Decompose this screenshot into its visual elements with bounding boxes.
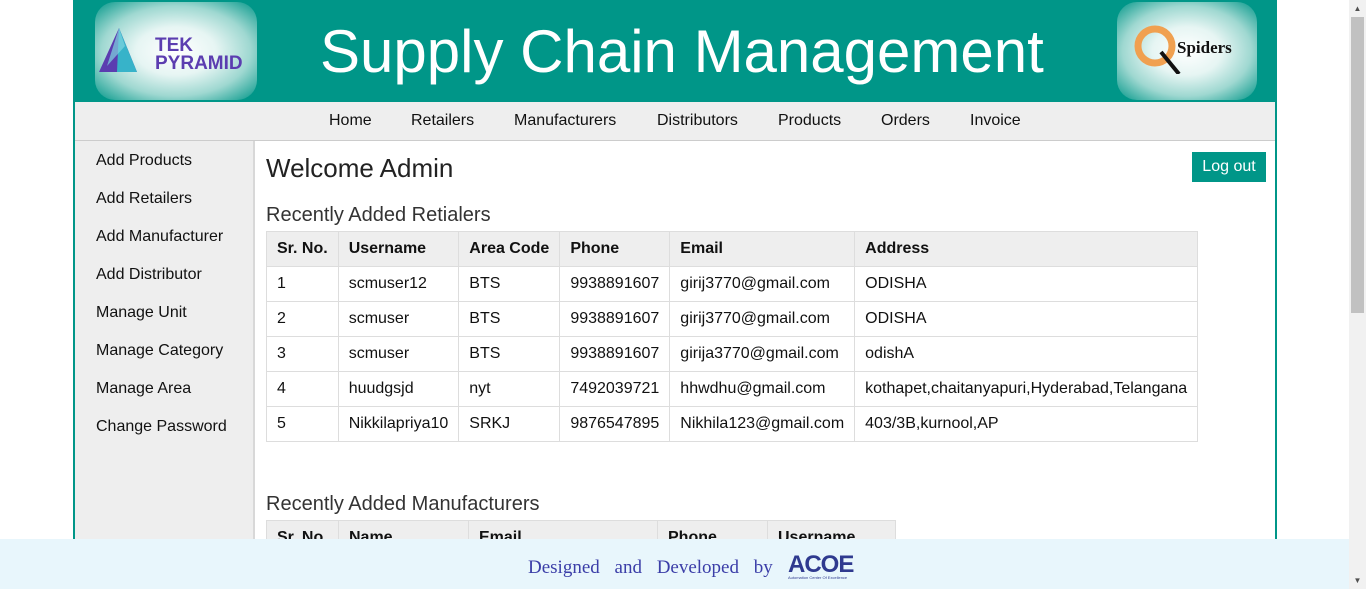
- table-cell: 3: [266, 336, 339, 372]
- table-cell: BTS: [458, 266, 561, 302]
- table-cell: hhwdhu@gmail.com: [669, 371, 856, 407]
- table-cell: scmuser12: [337, 266, 460, 302]
- table-header-row: Sr. No. Username Area Code Phone Email A…: [266, 231, 1199, 267]
- page: TEK PYRAMID Supply Chain Management Spid…: [0, 0, 1366, 589]
- table-cell: 9938891607: [559, 266, 671, 302]
- table-cell: 5: [266, 406, 339, 442]
- sidebar-item-manage-area[interactable]: Manage Area: [96, 380, 191, 398]
- table-cell: 7492039721: [559, 371, 671, 407]
- table-cell: 1: [266, 266, 339, 302]
- qspiders-logo: Spiders: [1117, 2, 1257, 100]
- sidebar-item-add-retailers[interactable]: Add Retailers: [96, 190, 192, 208]
- table-cell: ODISHA: [854, 301, 1199, 337]
- nav-home[interactable]: Home: [329, 112, 372, 130]
- table-cell: 4: [266, 371, 339, 407]
- vertical-scrollbar[interactable]: ▲ ▼: [1349, 0, 1366, 589]
- acoe-logo-subtitle: Automation Center Of Excellence: [788, 575, 848, 580]
- table-cell: scmuser: [337, 301, 460, 337]
- tek-pyramid-logo: TEK PYRAMID: [95, 2, 257, 100]
- pyramid-icon: [99, 28, 137, 72]
- table-cell: girij3770@gmail.com: [669, 301, 856, 337]
- sidebar-item-manage-unit[interactable]: Manage Unit: [96, 304, 187, 322]
- nav-retailers[interactable]: Retailers: [411, 112, 474, 130]
- table-cell: girij3770@gmail.com: [669, 266, 856, 302]
- table-row: 4 huudgsjd nyt 7492039721 hhwdhu@gmail.c…: [266, 371, 1199, 407]
- logout-button[interactable]: Log out: [1192, 152, 1266, 182]
- footer: Designed and Developed by ACOE Automatio…: [0, 539, 1349, 589]
- table-cell: 2: [266, 301, 339, 337]
- header-banner: TEK PYRAMID Supply Chain Management Spid…: [75, 0, 1275, 102]
- logo-line2: PYRAMID: [155, 53, 243, 74]
- table-row: 5 Nikkilapriya10 SRKJ 9876547895 Nikhila…: [266, 406, 1199, 442]
- column-header: Address: [854, 231, 1199, 267]
- nav-distributors[interactable]: Distributors: [657, 112, 738, 130]
- nav-invoice[interactable]: Invoice: [970, 112, 1021, 130]
- column-header: Email: [669, 231, 856, 267]
- column-header: Username: [337, 231, 460, 267]
- page-title: Supply Chain Management: [320, 18, 1044, 85]
- top-nav: Home Retailers Manufacturers Distributor…: [75, 102, 1275, 141]
- scroll-up-arrow-icon[interactable]: ▲: [1349, 0, 1366, 17]
- nav-orders[interactable]: Orders: [881, 112, 930, 130]
- retailers-section-title: Recently Added Retialers: [266, 204, 491, 226]
- main-content: Welcome Admin Log out Recently Added Ret…: [255, 141, 1275, 589]
- table-cell: ODISHA: [854, 266, 1199, 302]
- table-row: 2 scmuser BTS 9938891607 girij3770@gmail…: [266, 301, 1199, 337]
- retailers-table: Sr. No. Username Area Code Phone Email A…: [266, 231, 1199, 442]
- table-cell: girija3770@gmail.com: [669, 336, 856, 372]
- scroll-down-arrow-icon[interactable]: ▼: [1349, 572, 1366, 589]
- manufacturers-section-title: Recently Added Manufacturers: [266, 493, 540, 515]
- table-cell: 403/3B,kurnool,AP: [854, 406, 1199, 442]
- sidebar-item-add-manufacturer[interactable]: Add Manufacturer: [96, 228, 223, 246]
- welcome-heading: Welcome Admin: [266, 153, 454, 183]
- table-cell: scmuser: [337, 336, 460, 372]
- column-header: Sr. No.: [266, 231, 339, 267]
- footer-text: Designed and Developed by: [528, 557, 773, 578]
- table-cell: BTS: [458, 301, 561, 337]
- table-cell: 9938891607: [559, 301, 671, 337]
- table-cell: BTS: [458, 336, 561, 372]
- table-cell: Nikhila123@gmail.com: [669, 406, 856, 442]
- app-container: TEK PYRAMID Supply Chain Management Spid…: [73, 0, 1277, 589]
- table-cell: SRKJ: [458, 406, 561, 442]
- table-cell: nyt: [458, 371, 561, 407]
- table-cell: 9876547895: [559, 406, 671, 442]
- sidebar-item-manage-category[interactable]: Manage Category: [96, 342, 223, 360]
- table-cell: kothapet,chaitanyapuri,Hyderabad,Telanga…: [854, 371, 1199, 407]
- table-cell: odishA: [854, 336, 1199, 372]
- table-cell: 9938891607: [559, 336, 671, 372]
- sidebar-item-add-products[interactable]: Add Products: [96, 152, 192, 170]
- sidebar-item-add-distributor[interactable]: Add Distributor: [96, 266, 202, 284]
- sidebar-item-change-password[interactable]: Change Password: [96, 418, 227, 436]
- column-header: Phone: [559, 231, 671, 267]
- sidebar: Add Products Add Retailers Add Manufactu…: [75, 141, 255, 589]
- table-cell: huudgsjd: [337, 371, 460, 407]
- nav-manufacturers[interactable]: Manufacturers: [514, 112, 616, 130]
- scrollbar-thumb[interactable]: [1351, 17, 1364, 313]
- nav-products[interactable]: Products: [778, 112, 841, 130]
- column-header: Area Code: [458, 231, 561, 267]
- table-row: 1 scmuser12 BTS 9938891607 girij3770@gma…: [266, 266, 1199, 302]
- table-cell: Nikkilapriya10: [337, 406, 460, 442]
- logo-right-text: Spiders: [1177, 38, 1232, 57]
- table-row: 3 scmuser BTS 9938891607 girija3770@gmai…: [266, 336, 1199, 372]
